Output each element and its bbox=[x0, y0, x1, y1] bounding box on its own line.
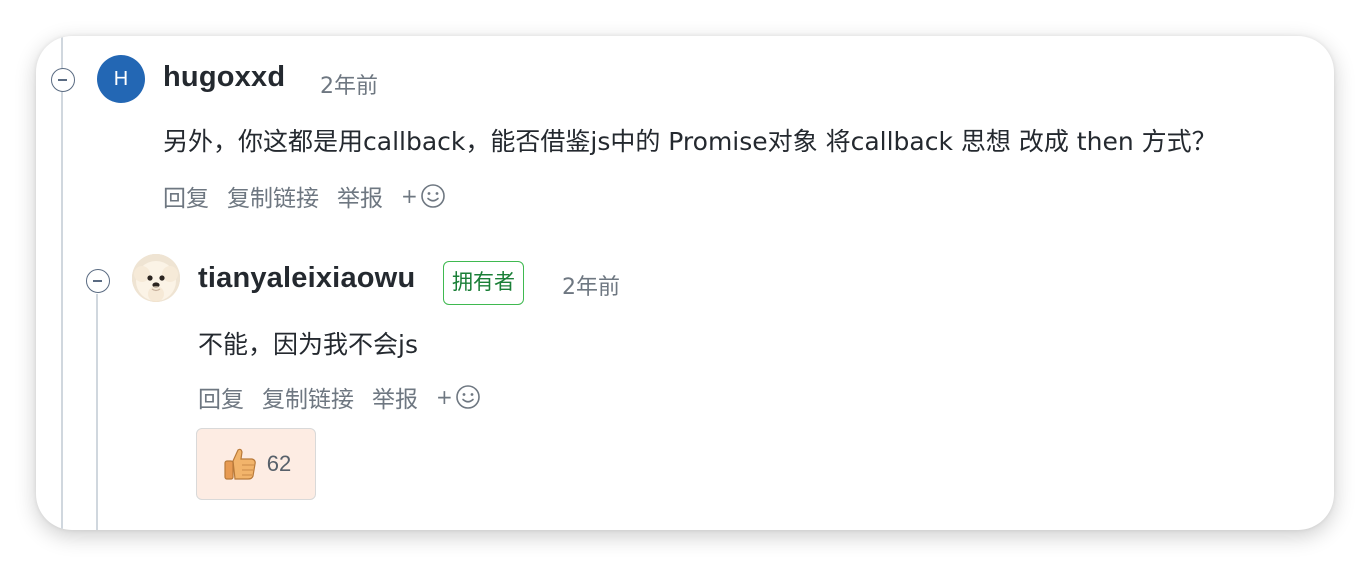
collapse-reply-button[interactable] bbox=[86, 269, 110, 293]
report-button[interactable]: 举报 bbox=[372, 380, 418, 414]
comment-thread-card: H hugoxxd 2年前 另外，你这都是用callback，能否借鉴js中的 … bbox=[36, 36, 1334, 530]
report-button[interactable]: 举报 bbox=[337, 179, 383, 213]
thread-line-reply bbox=[96, 294, 98, 530]
reply-button[interactable]: 回复 bbox=[163, 179, 209, 213]
plus-icon: + bbox=[436, 385, 453, 409]
reply-body: 不能，因为我不会js bbox=[198, 330, 418, 359]
comment-username[interactable]: hugoxxd bbox=[163, 61, 285, 94]
reply-button[interactable]: 回复 bbox=[198, 380, 244, 414]
avatar[interactable] bbox=[132, 254, 180, 302]
reply-username[interactable]: tianyaleixiaowu bbox=[198, 262, 415, 295]
dog-avatar-image bbox=[132, 254, 180, 302]
plus-icon: + bbox=[401, 184, 418, 208]
avatar-letter: H bbox=[113, 67, 129, 90]
add-reaction-button[interactable]: + bbox=[401, 183, 446, 209]
reply-actions: 回复 复制链接 举报 + bbox=[198, 380, 481, 414]
comment-body: 另外，你这都是用callback，能否借鉴js中的 Promise对象 将cal… bbox=[163, 127, 1217, 156]
copy-link-button[interactable]: 复制链接 bbox=[262, 380, 354, 414]
add-reaction-button[interactable]: + bbox=[436, 384, 481, 410]
collapse-comment-button[interactable] bbox=[51, 68, 75, 92]
avatar[interactable]: H bbox=[97, 55, 145, 103]
smiley-icon bbox=[455, 385, 480, 409]
reaction-count: 62 bbox=[266, 451, 292, 476]
reply-timestamp[interactable]: 2年前 bbox=[562, 269, 620, 301]
thumbs-up-reaction-button[interactable]: 62 bbox=[196, 428, 316, 500]
thread-line-main bbox=[61, 36, 63, 530]
smiley-icon bbox=[420, 184, 445, 208]
owner-badge: 拥有者 bbox=[443, 261, 524, 305]
comment-timestamp[interactable]: 2年前 bbox=[320, 68, 378, 100]
thumbs-up-icon bbox=[224, 448, 256, 480]
comment-actions: 回复 复制链接 举报 + bbox=[163, 179, 446, 213]
copy-link-button[interactable]: 复制链接 bbox=[227, 179, 319, 213]
